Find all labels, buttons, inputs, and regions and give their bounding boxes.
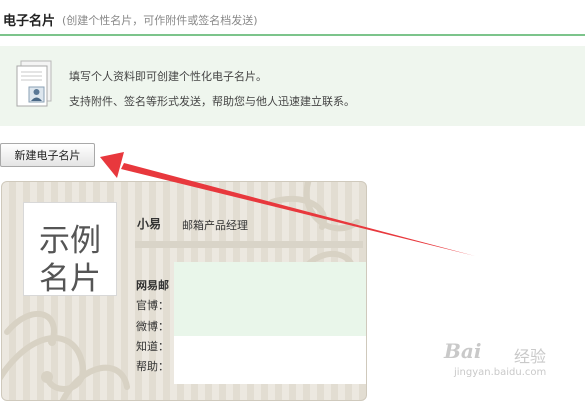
card-field-weibo: 微博：: [136, 320, 169, 333]
info-box: 填写个人资料即可创建个性化电子名片。 支持附件、签名等形式发送，帮助您与他人迅速…: [0, 46, 585, 126]
watermark-url: jingyan.baidu.com: [454, 367, 547, 378]
info-text-line1: 填写个人资料即可创建个性化电子名片。: [69, 70, 267, 83]
page-subtitle: (创建个性名片，可作附件或签名档发送): [62, 14, 258, 27]
watermark-text: 经验: [514, 347, 547, 366]
card-job-title: 邮箱产品经理: [182, 219, 248, 232]
card-divider: [135, 241, 363, 248]
redaction-block-white: [174, 336, 366, 384]
baidu-jingyan-watermark: Bai 经验 jingyan.baidu.com: [444, 339, 579, 401]
page-header: 电子名片 (创建个性名片，可作附件或签名档发送): [0, 0, 585, 36]
card-field-official-site: 官博：: [136, 299, 169, 312]
business-card-doc-icon: [16, 60, 52, 107]
redaction-block-green: [174, 262, 366, 338]
sample-label-line2: 名片: [39, 261, 101, 297]
new-card-button[interactable]: 新建电子名片: [0, 143, 95, 167]
watermark-logo: Bai: [444, 339, 482, 363]
card-name: 小易: [137, 217, 162, 231]
page-title: 电子名片: [3, 14, 56, 29]
info-text-line2: 支持附件、签名等形式发送，帮助您与他人迅速建立联系。: [69, 95, 355, 108]
card-field-help: 帮助：: [136, 360, 169, 373]
card-field-zhidao: 知道：: [136, 340, 169, 353]
sample-business-card[interactable]: 示例 名片 小易 邮箱产品经理 网易邮 官博： 微博： 知道： 帮助：: [1, 181, 367, 401]
card-field-company: 网易邮: [136, 279, 169, 292]
sample-label-box: 示例 名片: [23, 202, 117, 297]
